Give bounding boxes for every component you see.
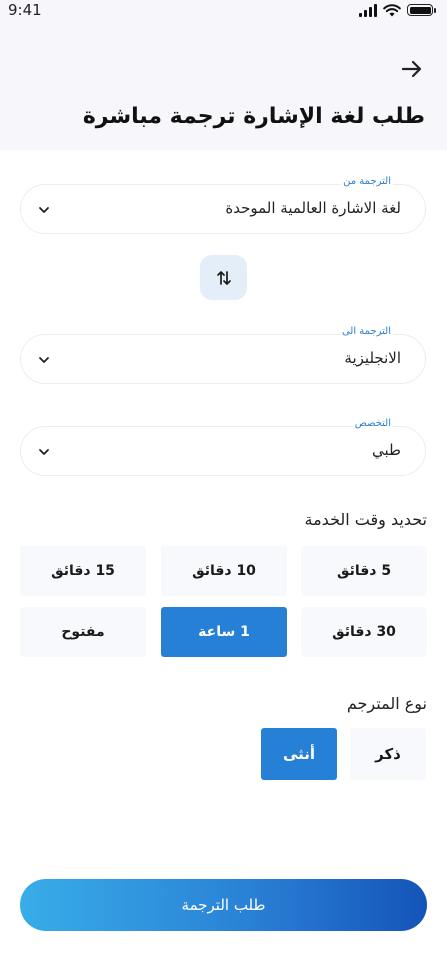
time-option-10-minutes[interactable]: 10 دقائق	[161, 546, 287, 596]
request-translation-button[interactable]: طلب الترجمة	[20, 879, 427, 931]
specialty-label: التخصص	[352, 418, 393, 429]
arrow-right-icon	[401, 60, 422, 78]
specialty-select[interactable]: التخصص طبي	[20, 418, 426, 476]
translator-type-title: نوع المترجم	[346, 694, 427, 713]
translate-from-value: لغة الاشارة العالمية الموحدة	[225, 199, 401, 217]
swap-vertical-icon	[216, 270, 231, 285]
swap-languages-button[interactable]	[200, 255, 247, 300]
time-option-1-hour[interactable]: 1 ساعة	[161, 607, 287, 657]
translate-from-label: الترجمة من	[341, 176, 393, 187]
signal-icon	[359, 3, 377, 17]
translate-from-select[interactable]: الترجمة من لغة الاشارة العالمية الموحدة	[20, 176, 426, 234]
translate-to-value: الانجليزية	[344, 349, 401, 367]
translate-to-select[interactable]: الترجمة الى الانجليزية	[20, 326, 426, 384]
translator-male-option[interactable]: ذكر	[350, 728, 426, 780]
chevron-down-icon	[39, 449, 49, 455]
status-time: 9:41	[8, 1, 42, 19]
time-option-15-minutes[interactable]: 15 دقائق	[20, 546, 146, 596]
status-bar: 9:41	[0, 0, 447, 22]
chevron-down-icon	[39, 207, 49, 213]
specialty-value: طبي	[372, 441, 401, 459]
time-option-5-minutes[interactable]: 5 دقائق	[301, 546, 427, 596]
status-icons	[359, 3, 436, 17]
battery-icon	[407, 4, 436, 16]
wifi-icon	[383, 3, 401, 16]
chevron-down-icon	[39, 357, 49, 363]
translator-female-option[interactable]: أنثى	[261, 728, 337, 780]
service-time-title: تحديد وقت الخدمة	[304, 510, 427, 529]
page-title: طلب لغة الإشارة ترجمة مباشرة	[82, 104, 425, 129]
back-button[interactable]	[399, 56, 425, 82]
time-option-open[interactable]: مفتوح	[20, 607, 146, 657]
translate-to-label: الترجمة الى	[339, 326, 393, 337]
time-option-30-minutes[interactable]: 30 دقائق	[301, 607, 427, 657]
